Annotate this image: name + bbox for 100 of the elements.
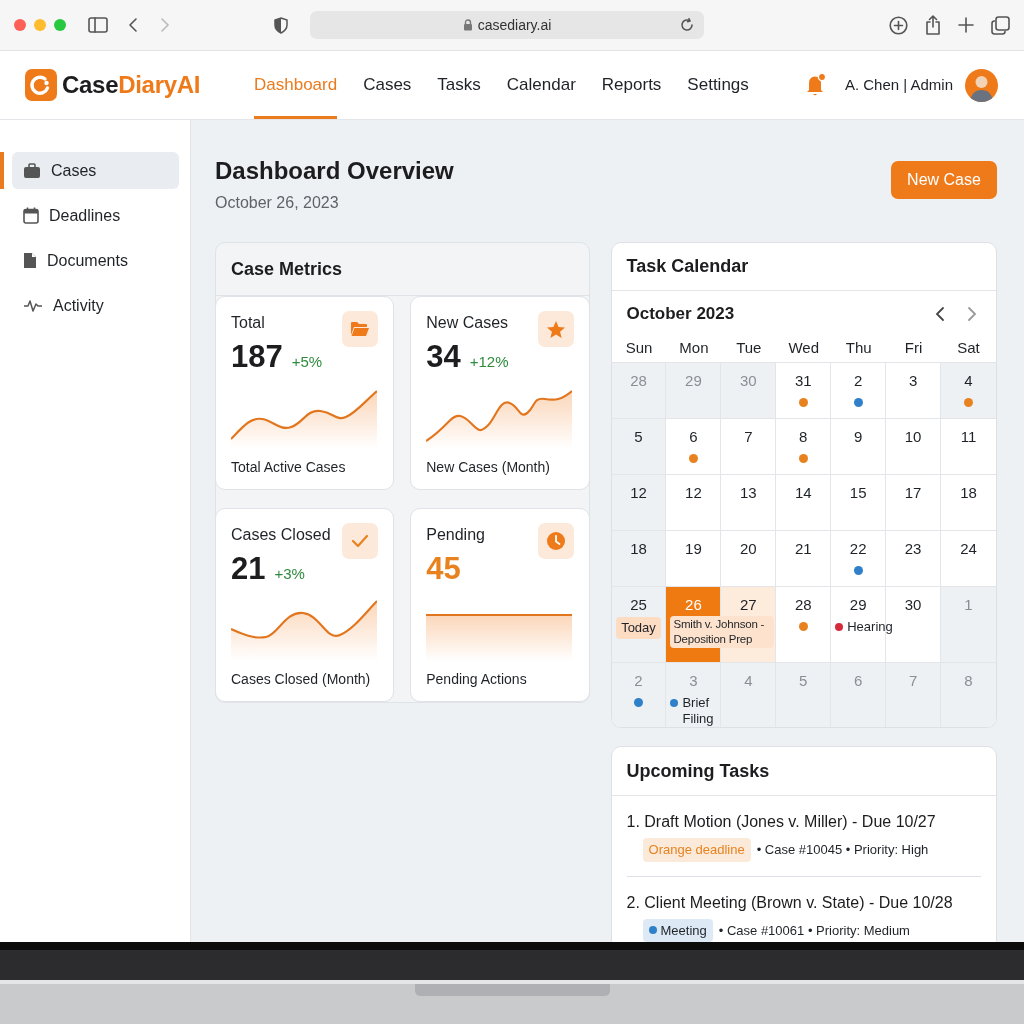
active-indicator	[0, 152, 4, 189]
new-tab-icon[interactable]	[958, 17, 974, 33]
day-number: 24	[960, 539, 977, 559]
panel-title: Task Calendar	[626, 255, 749, 278]
metric-change: +3%	[274, 564, 305, 584]
day-number: 29	[685, 371, 702, 391]
address-bar[interactable]: casediary.ai	[310, 11, 704, 39]
event-label[interactable]: Smith v. Johnson - Deposition Prep	[670, 616, 775, 648]
share-icon[interactable]	[925, 15, 941, 35]
logo-icon	[25, 69, 57, 101]
day-number: 30	[739, 371, 757, 391]
day-number: 5	[634, 427, 643, 447]
tab-overview-icon[interactable]	[991, 15, 1010, 35]
nav-tab[interactable]: Reports	[601, 51, 662, 119]
day-number: 28	[630, 371, 647, 391]
user-name[interactable]: A. Chen | Admin	[844, 73, 953, 97]
metric-caption: New Cases (Month)	[426, 458, 551, 477]
event-label[interactable]: Brief Filing	[682, 695, 721, 727]
task-tag: Meeting	[642, 918, 713, 942]
day-number: 7	[908, 671, 918, 691]
day-number: 11	[960, 427, 977, 447]
previous-month-icon[interactable]	[935, 306, 945, 322]
task-title[interactable]: 2. Client Meeting (Brown v. State) - Due 10/28	[626, 890, 981, 915]
metric-title: Pending	[426, 525, 485, 545]
shield-icon[interactable]	[274, 16, 288, 34]
metric-title: New Cases	[426, 313, 509, 333]
day-number: 12	[630, 483, 647, 503]
day-number: 28	[794, 595, 812, 615]
day-number: 18	[960, 483, 977, 503]
month-label: October 2023	[626, 303, 735, 326]
metric-value: 187	[231, 338, 283, 376]
star-icon	[545, 319, 566, 339]
nav-tab[interactable]: Cases	[363, 51, 412, 119]
pulse-icon	[23, 298, 43, 313]
checkmark-icon	[351, 534, 370, 548]
metric-value: 45	[426, 550, 461, 588]
task-meta: • Case #10045 • Priority: High	[756, 841, 929, 859]
page-date: October 26, 2023	[215, 193, 340, 213]
task-tag: Orange deadline	[642, 838, 751, 862]
lock-icon	[462, 19, 473, 31]
day-number: 8	[799, 427, 808, 447]
nav-tab[interactable]: Tasks	[437, 51, 481, 119]
nav-tab[interactable]: Settings	[687, 51, 749, 119]
day-number: 10	[904, 427, 922, 447]
day-number: 29	[849, 595, 867, 615]
sidebar-item[interactable]: Deadlines	[12, 197, 179, 234]
url-text: casediary.ai	[477, 15, 552, 35]
day-number: 23	[904, 539, 922, 559]
metric-caption: Pending Actions	[426, 670, 528, 689]
reload-icon[interactable]	[680, 18, 694, 32]
back-icon[interactable]	[128, 17, 138, 33]
clock-icon	[545, 531, 566, 551]
day-number: 4	[744, 671, 753, 691]
day-number: 4	[964, 371, 973, 391]
day-number: 27	[739, 595, 757, 615]
weekday-label: Sat	[957, 338, 980, 358]
day-number: 13	[739, 483, 757, 503]
day-number: 20	[739, 539, 757, 559]
day-number: 8	[964, 671, 973, 691]
sidebar-item[interactable]: Documents	[12, 242, 179, 279]
day-number: 30	[904, 595, 922, 615]
day-number: 18	[630, 539, 647, 559]
briefcase-icon	[23, 162, 41, 179]
day-number: 6	[689, 427, 698, 447]
metric-value: 34	[426, 338, 461, 376]
avatar[interactable]	[965, 68, 998, 102]
page-title: Dashboard Overview	[215, 156, 454, 186]
day-number: 17	[904, 483, 922, 503]
day-number: 1	[964, 595, 973, 615]
panel-title: Upcoming Tasks	[626, 759, 770, 783]
metric-change: +5%	[291, 352, 323, 372]
weekday-label: Thu	[845, 338, 872, 358]
sidebar-item[interactable]: Activity	[12, 287, 179, 324]
nav-tab[interactable]: Calendar	[506, 51, 576, 119]
metric-caption: Cases Closed (Month)	[231, 670, 372, 689]
task-title[interactable]: 1. Draft Motion (Jones v. Miller) - Due 10/27	[626, 810, 981, 834]
calendar-icon	[23, 207, 39, 224]
weekday-label: Wed	[788, 338, 820, 358]
sidebar-item[interactable]: Cases	[12, 152, 179, 189]
document-icon	[23, 252, 37, 269]
day-number: 7	[744, 427, 753, 447]
weekday-label: Fri	[904, 338, 923, 358]
day-number: 12	[685, 483, 702, 503]
today-badge: Today	[615, 617, 662, 639]
day-number: 26	[685, 595, 702, 615]
day-number: 25	[630, 595, 647, 615]
folder-icon	[350, 321, 371, 337]
day-number: 5	[799, 671, 808, 691]
day-number: 21	[794, 539, 812, 559]
next-month-icon[interactable]	[967, 306, 977, 322]
metric-title: Total	[231, 313, 266, 333]
sidebar-toggle-icon[interactable]	[88, 17, 108, 33]
day-number: 3	[689, 671, 698, 691]
day-number: 6	[854, 671, 863, 691]
window-control-icon[interactable]	[14, 19, 26, 31]
day-number: 15	[849, 483, 867, 503]
day-number: 2	[854, 371, 863, 391]
panel-title: Case Metrics	[231, 257, 343, 281]
metric-change: +12%	[469, 352, 509, 372]
weekday-label: Mon	[679, 338, 709, 358]
